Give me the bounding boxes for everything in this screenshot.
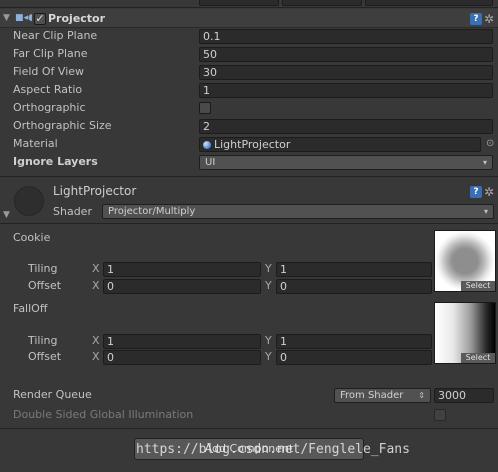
near-clip-plane-field[interactable]: 0.1 (199, 29, 493, 44)
material-object-field[interactable]: LightProjector (199, 137, 481, 152)
projector-title: Projector (48, 12, 106, 25)
bottom-divider (0, 428, 498, 429)
shader-value: Projector/Multiply (108, 206, 196, 217)
watermark-text: https://blog.csdn.net/Fenglele_Fans (136, 442, 410, 457)
shader-label: Shader (53, 205, 92, 218)
falloff-texture-slot[interactable]: Select (434, 302, 496, 364)
material-divider (0, 223, 498, 224)
aspect-ratio-label: Aspect Ratio (13, 83, 83, 96)
falloff-offset-label: Offset (28, 350, 62, 363)
double-sided-gi-checkbox[interactable] (434, 409, 446, 421)
ignore-layers-dropdown[interactable]: UI ▾ (199, 155, 493, 170)
render-queue-mode-dropdown[interactable]: From Shader ⇕ (334, 388, 431, 403)
orthographic-checkbox[interactable] (199, 102, 211, 114)
cookie-tiling-y-field[interactable]: 1 (276, 262, 432, 277)
material-field-value: LightProjector (214, 138, 291, 151)
dropdown-arrow-icon: ▾ (483, 207, 488, 216)
falloff-label: FallOff (13, 302, 48, 315)
material-foldout-icon[interactable]: ▼ (3, 210, 10, 220)
section-divider (0, 176, 498, 177)
far-clip-plane-field[interactable]: 50 (199, 47, 493, 62)
cookie-label: Cookie (13, 231, 51, 244)
falloff-offset-x-label: X (92, 350, 100, 363)
far-clip-plane-label: Far Clip Plane (13, 47, 88, 60)
falloff-tiling-y-label: Y (265, 334, 272, 347)
render-queue-label: Render Queue (13, 388, 92, 401)
falloff-tiling-x-field[interactable]: 1 (103, 334, 261, 349)
orthographic-label: Orthographic (13, 101, 86, 114)
falloff-tiling-label: Tiling (28, 334, 58, 347)
projector-enabled-checkbox[interactable]: ✓ (34, 13, 46, 25)
falloff-offset-x-field[interactable]: 0 (103, 350, 261, 365)
orthographic-size-label: Orthographic Size (13, 119, 112, 132)
falloff-offset-y-label: Y (265, 350, 272, 363)
scale-y-field[interactable] (282, 0, 362, 6)
cookie-select-button[interactable]: Select (461, 281, 495, 291)
material-name: LightProjector (53, 184, 137, 198)
dropdown-arrow-icon: ▾ (482, 158, 487, 167)
material-sphere-icon (203, 141, 211, 149)
material-preview-sphere (14, 186, 44, 216)
falloff-offset-y-field[interactable]: 0 (276, 350, 432, 365)
cookie-offset-x-label: X (92, 279, 100, 292)
cookie-tiling-x-field[interactable]: 1 (103, 262, 261, 277)
cookie-tiling-label: Tiling (28, 262, 58, 275)
cookie-tiling-y-label: Y (265, 262, 272, 275)
falloff-tiling-x-label: X (92, 334, 100, 347)
foldout-arrow-icon[interactable]: ▼ (3, 13, 10, 23)
projector-icon: ■◂◖ (15, 13, 33, 23)
cookie-offset-label: Offset (28, 279, 62, 292)
cookie-texture-slot[interactable]: Select (434, 230, 496, 292)
material-gear-icon[interactable]: ✲ (484, 186, 494, 198)
cookie-offset-y-label: Y (265, 279, 272, 292)
dropdown-arrow-icon: ⇕ (418, 391, 425, 400)
orthographic-size-field[interactable]: 2 (199, 119, 493, 134)
ignore-layers-label: Ignore Layers (13, 155, 98, 168)
double-sided-gi-label: Double Sided Global Illumination (13, 408, 194, 421)
help-icon[interactable]: ? (470, 13, 482, 25)
falloff-tiling-y-field[interactable]: 1 (276, 334, 432, 349)
aspect-ratio-field[interactable]: 1 (199, 83, 493, 98)
material-label: Material (13, 137, 58, 150)
cookie-offset-x-field[interactable]: 0 (103, 279, 261, 294)
render-queue-value-field[interactable]: 3000 (434, 388, 494, 403)
shader-dropdown[interactable]: Projector/Multiply ▾ (102, 204, 494, 219)
scale-x-field[interactable] (199, 0, 279, 6)
material-help-icon[interactable]: ? (470, 186, 482, 198)
cookie-offset-y-field[interactable]: 0 (276, 279, 432, 294)
render-queue-mode-value: From Shader (340, 390, 404, 401)
falloff-select-button[interactable]: Select (461, 353, 495, 363)
circle-target-icon[interactable]: ⊙ (486, 138, 494, 149)
ignore-layers-value: UI (205, 157, 216, 168)
cookie-tiling-x-label: X (92, 262, 100, 275)
field-of-view-label: Field Of View (13, 65, 85, 78)
near-clip-plane-label: Near Clip Plane (13, 29, 98, 42)
gear-icon[interactable]: ✲ (484, 13, 494, 25)
scale-z-field[interactable] (365, 0, 493, 6)
field-of-view-field[interactable]: 30 (199, 65, 493, 80)
